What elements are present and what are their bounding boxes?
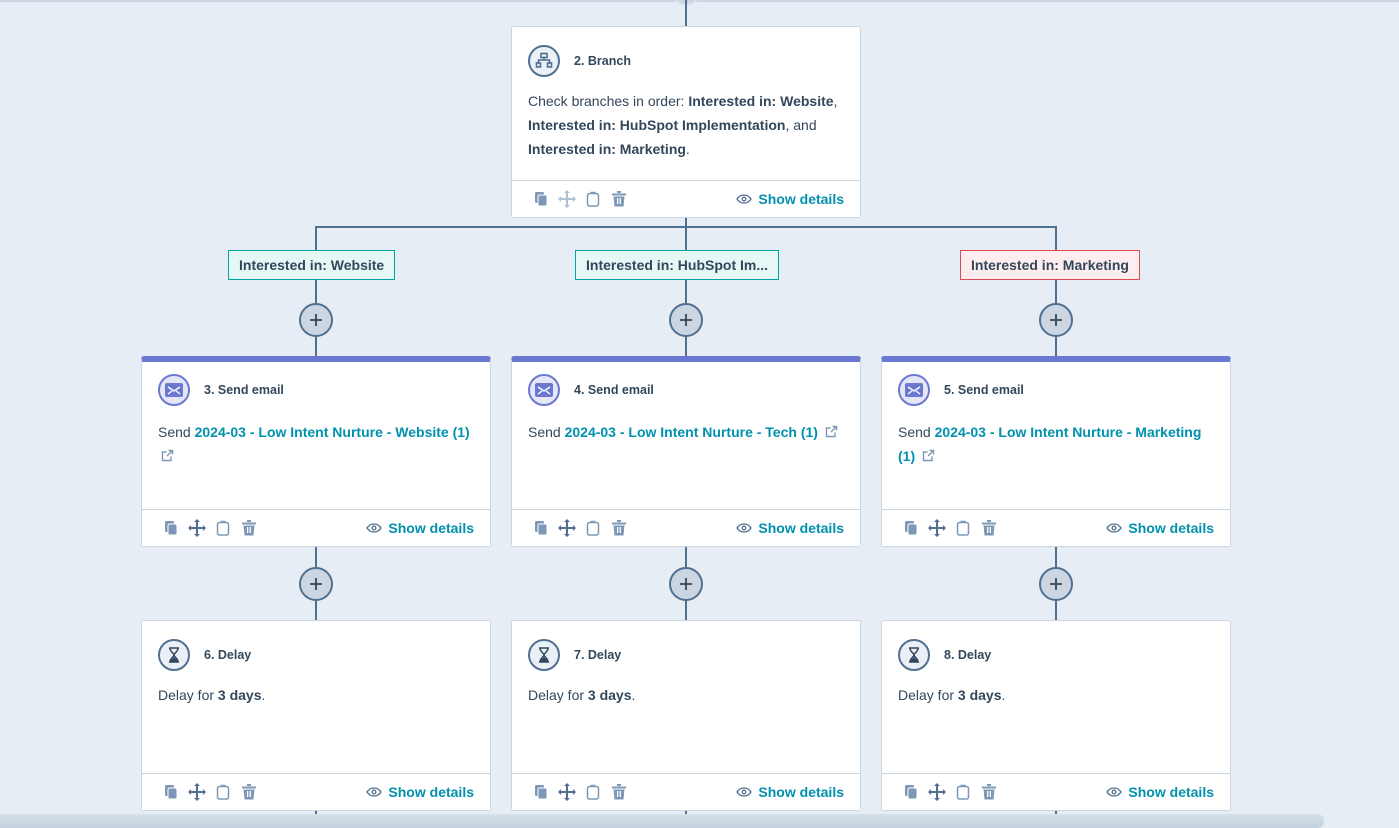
card-toolbar: Show details xyxy=(142,509,490,546)
delay-action-card[interactable]: 7. Delay Delay for 3 days. Show details xyxy=(511,620,861,811)
delay-description: Delay for 3 days. xyxy=(158,687,266,703)
email-icon xyxy=(528,374,560,406)
move-icon[interactable] xyxy=(554,782,580,802)
send-email-action-card[interactable]: 5. Send email Send 2024-03 - Low Intent … xyxy=(881,356,1231,547)
show-details-button[interactable]: Show details xyxy=(1106,520,1214,536)
clipboard-icon[interactable] xyxy=(580,518,606,538)
trash-icon[interactable] xyxy=(606,189,632,209)
branch-label-website[interactable]: Interested in: Website xyxy=(228,250,396,280)
email-description: Send 2024-03 - Low Intent Nurture - Webs… xyxy=(158,420,476,468)
move-icon[interactable] xyxy=(924,518,950,538)
plus-icon xyxy=(310,314,322,326)
card-toolbar: Show details xyxy=(512,773,860,810)
branch-label-hubspot[interactable]: Interested in: HubSpot Im... xyxy=(575,250,780,280)
show-details-button[interactable]: Show details xyxy=(736,520,844,536)
email-link[interactable]: 2024-03 - Low Intent Nurture - Marketing… xyxy=(898,424,1201,464)
move-icon[interactable] xyxy=(924,782,950,802)
clipboard-icon[interactable] xyxy=(950,782,976,802)
hourglass-icon xyxy=(898,639,930,671)
horizontal-scrollbar[interactable] xyxy=(0,814,1324,828)
email-icon xyxy=(158,374,190,406)
external-link-icon[interactable] xyxy=(825,425,838,438)
add-action-button[interactable] xyxy=(669,567,703,601)
add-action-button[interactable] xyxy=(1039,567,1073,601)
external-link-icon[interactable] xyxy=(922,449,935,462)
move-icon[interactable] xyxy=(184,782,210,802)
plus-icon xyxy=(1050,578,1062,590)
email-link[interactable]: 2024-03 - Low Intent Nurture - Tech (1) xyxy=(565,424,818,440)
clipboard-icon[interactable] xyxy=(210,518,236,538)
clipboard-icon[interactable] xyxy=(580,782,606,802)
card-title: 4. Send email xyxy=(574,383,654,397)
trash-icon[interactable] xyxy=(976,782,1002,802)
trash-icon[interactable] xyxy=(606,518,632,538)
connector xyxy=(1055,226,1057,358)
show-details-button[interactable]: Show details xyxy=(366,784,474,800)
add-action-button[interactable] xyxy=(299,303,333,337)
hourglass-icon xyxy=(158,639,190,671)
copy-icon[interactable] xyxy=(158,782,184,802)
card-toolbar: Show details xyxy=(882,773,1230,810)
copy-icon[interactable] xyxy=(528,782,554,802)
email-description: Send 2024-03 - Low Intent Nurture - Tech… xyxy=(528,420,846,444)
show-details-button[interactable]: Show details xyxy=(366,520,474,536)
trash-icon[interactable] xyxy=(236,518,262,538)
connector xyxy=(685,226,687,358)
plus-icon xyxy=(310,578,322,590)
copy-icon[interactable] xyxy=(528,189,554,209)
card-title: 3. Send email xyxy=(204,383,284,397)
branch-icon xyxy=(528,45,560,77)
plus-icon xyxy=(680,578,692,590)
email-icon xyxy=(898,374,930,406)
email-description: Send 2024-03 - Low Intent Nurture - Mark… xyxy=(898,424,1202,464)
delay-action-card[interactable]: 8. Delay Delay for 3 days. Show details xyxy=(881,620,1231,811)
branch-description: Check branches in order: Interested in: … xyxy=(528,93,838,157)
delay-description: Delay for 3 days. xyxy=(898,687,1006,703)
card-title: 7. Delay xyxy=(574,648,622,662)
card-toolbar: Show details xyxy=(142,773,490,810)
branch-label-marketing[interactable]: Interested in: Marketing xyxy=(960,250,1140,280)
connector xyxy=(315,226,317,358)
card-title: 6. Delay xyxy=(204,648,252,662)
add-action-button[interactable] xyxy=(669,303,703,337)
add-action-button[interactable] xyxy=(299,567,333,601)
copy-icon[interactable] xyxy=(898,518,924,538)
move-icon[interactable] xyxy=(554,189,580,209)
copy-icon[interactable] xyxy=(898,782,924,802)
plus-icon xyxy=(1050,314,1062,326)
trash-icon[interactable] xyxy=(236,782,262,802)
trash-icon[interactable] xyxy=(976,518,1002,538)
email-link[interactable]: 2024-03 - Low Intent Nurture - Website (… xyxy=(195,424,470,440)
delay-description: Delay for 3 days. xyxy=(528,687,636,703)
connector xyxy=(685,0,687,27)
send-email-action-card[interactable]: 3. Send email Send 2024-03 - Low Intent … xyxy=(141,356,491,547)
card-toolbar: Show details xyxy=(512,509,860,546)
card-toolbar: Show details xyxy=(882,509,1230,546)
clipboard-icon[interactable] xyxy=(950,518,976,538)
top-border xyxy=(0,0,1399,2)
show-details-button[interactable]: Show details xyxy=(736,784,844,800)
hourglass-icon xyxy=(528,639,560,671)
delay-action-card[interactable]: 6. Delay Delay for 3 days. Show details xyxy=(141,620,491,811)
show-details-button[interactable]: Show details xyxy=(736,191,844,207)
move-icon[interactable] xyxy=(184,518,210,538)
card-toolbar: Show details xyxy=(512,180,860,217)
send-email-action-card[interactable]: 4. Send email Send 2024-03 - Low Intent … xyxy=(511,356,861,547)
external-link-icon[interactable] xyxy=(161,449,174,462)
card-title: 5. Send email xyxy=(944,383,1024,397)
branch-action-card[interactable]: 2. Branch Check branches in order: Inter… xyxy=(511,26,861,218)
clipboard-icon[interactable] xyxy=(210,782,236,802)
move-icon[interactable] xyxy=(554,518,580,538)
card-title: 2. Branch xyxy=(574,54,631,68)
copy-icon[interactable] xyxy=(528,518,554,538)
copy-icon[interactable] xyxy=(158,518,184,538)
plus-icon xyxy=(680,314,692,326)
show-details-button[interactable]: Show details xyxy=(1106,784,1214,800)
add-action-button[interactable] xyxy=(1039,303,1073,337)
clipboard-icon[interactable] xyxy=(580,189,606,209)
card-title: 8. Delay xyxy=(944,648,992,662)
trash-icon[interactable] xyxy=(606,782,632,802)
